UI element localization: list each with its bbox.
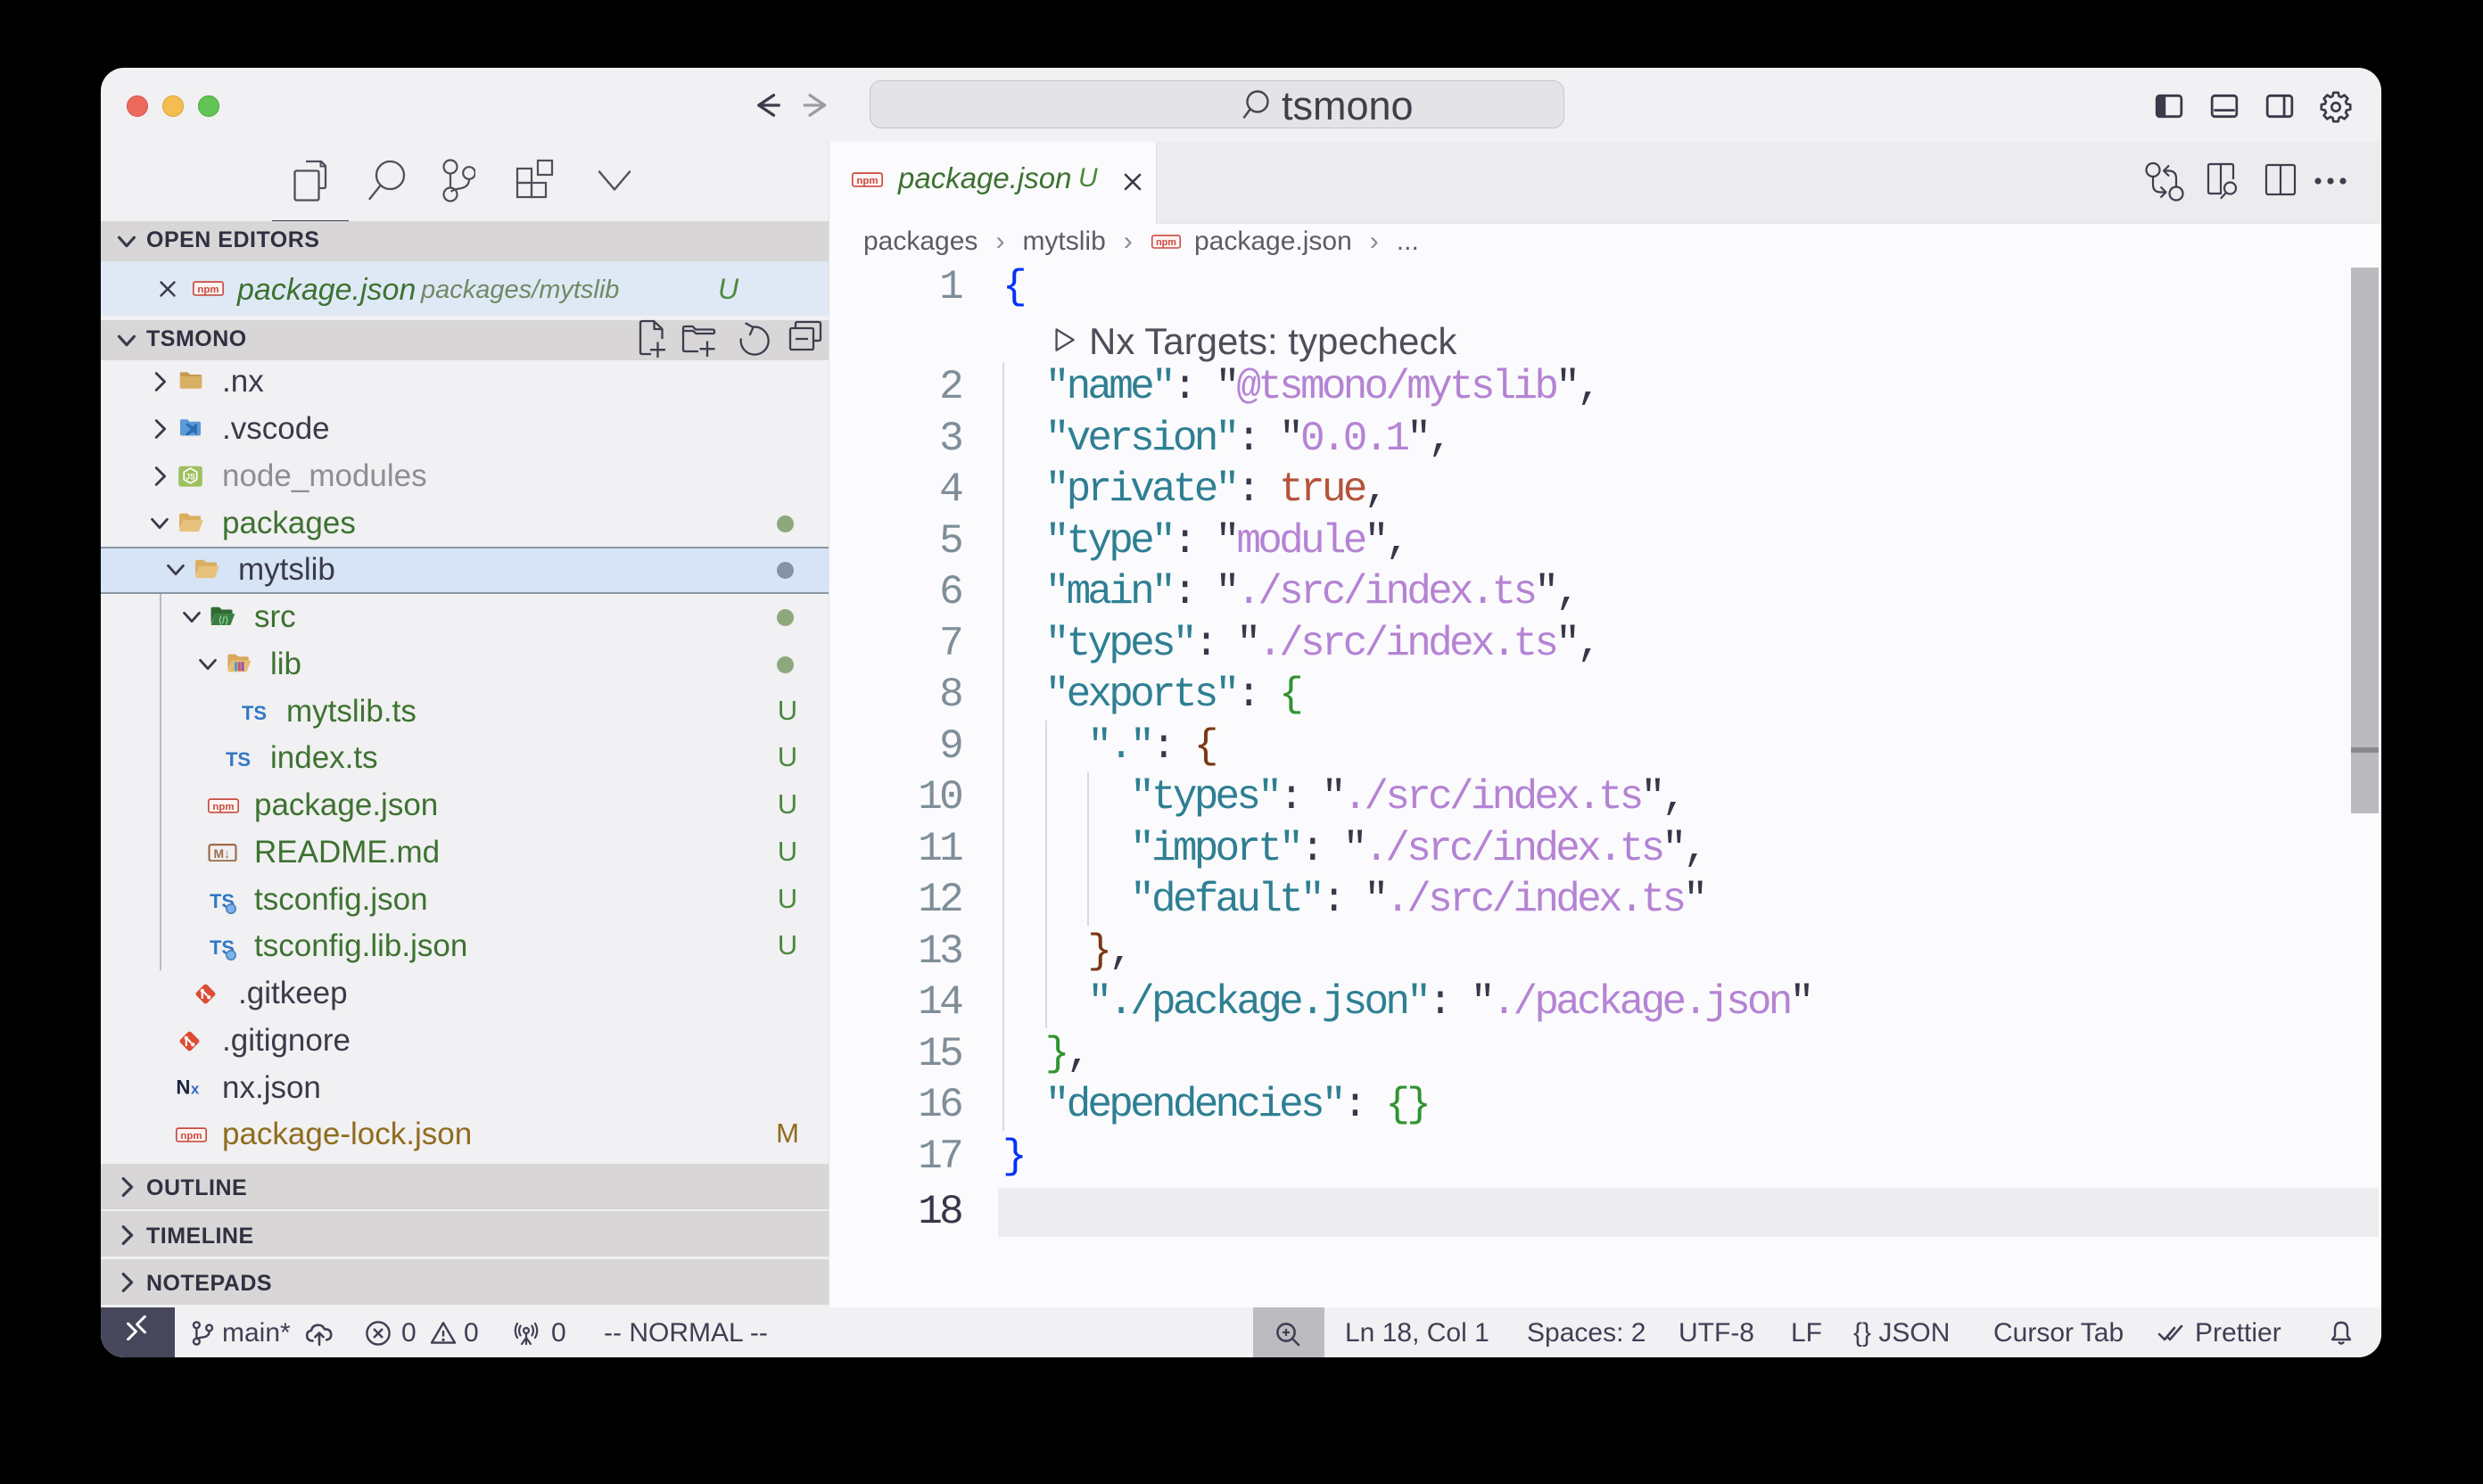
svg-text:x: x	[191, 1080, 200, 1096]
svg-text:npm: npm	[180, 1131, 202, 1142]
svg-text:npm: npm	[856, 176, 878, 186]
svg-text:⟨/⟩: ⟨/⟩	[219, 615, 229, 626]
svg-text:npm: npm	[212, 802, 234, 812]
svg-text:TS: TS	[226, 748, 251, 771]
svg-text:N: N	[176, 1078, 190, 1096]
svg-text:npm: npm	[197, 284, 219, 295]
svg-text:npm: npm	[1156, 237, 1176, 248]
svg-text:M↓: M↓	[214, 846, 230, 861]
svg-text:TS: TS	[242, 702, 267, 724]
svg-text:JS: JS	[186, 472, 195, 481]
